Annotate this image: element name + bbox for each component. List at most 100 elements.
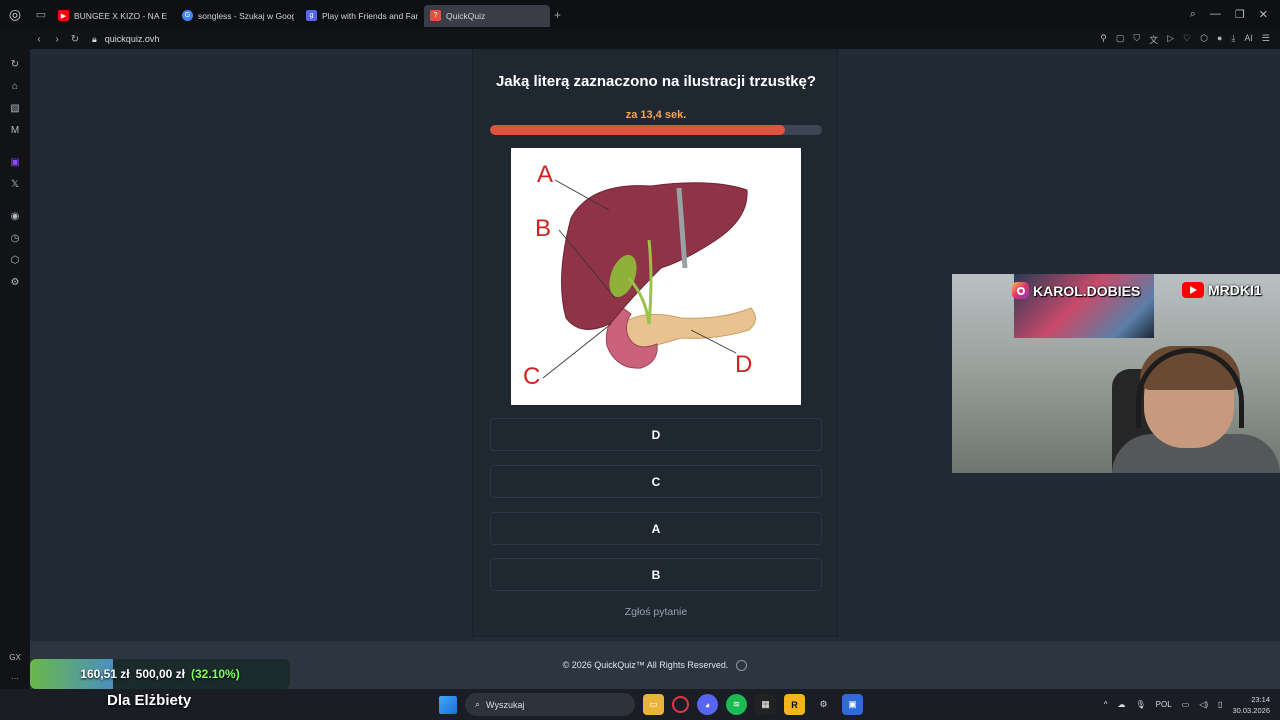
download-icon[interactable]: ⤓: [1231, 33, 1235, 46]
search-icon: ⌕: [475, 699, 481, 709]
player-icon[interactable]: ◉: [0, 205, 30, 227]
question-title: Jaką literą zaznaczono na ilustracji trz…: [495, 73, 817, 90]
search-tabs-icon[interactable]: ⌕: [1190, 8, 1196, 21]
donation-current: 160,51 zł: [80, 667, 130, 681]
forward-icon[interactable]: ›: [48, 34, 66, 45]
gartic-favicon-icon: g: [306, 10, 317, 21]
label-c: C: [523, 363, 540, 390]
taskbar-search[interactable]: ⌕ Wyszukaj: [465, 693, 635, 716]
ai-icon[interactable]: AI: [1244, 33, 1253, 46]
answer-button-c[interactable]: C: [490, 465, 822, 498]
url-text: quickquiz.ovh: [104, 34, 160, 44]
window-controls: ⌕ — ❐ ✕: [1190, 8, 1280, 21]
more-icon[interactable]: ···: [11, 674, 19, 683]
windows-taskbar: ⌕ Wyszukaj ▭ ◕ ≋ ▦ R ⚙ ▣ ^ ☁ 🎙︎ POL ▭ ◁)…: [0, 689, 1280, 720]
language-indicator[interactable]: POL: [1156, 700, 1172, 709]
opera-gx-taskbar-icon[interactable]: [672, 696, 689, 713]
tab-label: BUNGEE X KIZO - NA E: [74, 10, 168, 21]
donation-goal: 500,00 zł: [135, 667, 186, 681]
menu-icon[interactable]: ☰: [1262, 33, 1270, 46]
clock-time: 23:14: [1251, 694, 1270, 704]
extensions-sidebar-icon[interactable]: ⬡: [0, 249, 30, 271]
github-icon[interactable]: [736, 659, 748, 671]
tab-songless[interactable]: G songless - Szukaj w Goog: [176, 5, 300, 27]
messenger-icon[interactable]: M: [0, 119, 30, 141]
donation-percent: (32.10%): [191, 667, 240, 681]
answer-button-d[interactable]: D: [490, 418, 822, 451]
file-explorer-icon[interactable]: ▭: [643, 694, 664, 715]
youtube-favicon-icon: ▶: [58, 10, 69, 21]
gx-icon[interactable]: GX: [9, 653, 21, 662]
donation-goal-text: 160,51 zł 500,00 zł (32.10%): [30, 659, 290, 689]
shield-icon[interactable]: ⛉: [1133, 33, 1140, 46]
spotify-icon[interactable]: ≋: [726, 694, 747, 715]
label-a: A: [537, 161, 553, 188]
tab-menu-icon[interactable]: ▭: [30, 8, 52, 21]
game-app-icon[interactable]: ▦: [755, 694, 776, 715]
timer-text: za 13,4 sek.: [625, 109, 687, 121]
steam-icon[interactable]: ⚙: [813, 694, 834, 715]
report-question-link[interactable]: Zgłoś pytanie: [473, 606, 839, 618]
workspaces-icon[interactable]: ▧: [0, 97, 30, 119]
donation-goal-bar: 160,51 zł 500,00 zł (32.10%): [30, 659, 290, 689]
discord-icon[interactable]: ◕: [697, 694, 718, 715]
bookmarks-icon[interactable]: ⌂: [0, 75, 30, 97]
profile-icon[interactable]: ●: [1217, 33, 1222, 46]
translate-icon[interactable]: 文: [1149, 33, 1158, 46]
webcam-overlay: KAROL.DOBIES MRDKI1: [952, 274, 1280, 473]
youtube-text: MRDKI1: [1208, 282, 1262, 298]
toolbar-icons: ⚲ ▢ ⛉ 文 ▷ ♡ ⬡ ● ⤓ AI ☰: [1100, 33, 1280, 46]
label-d: D: [735, 351, 752, 378]
pin-icon[interactable]: ⚲: [1100, 33, 1107, 46]
search-placeholder: Wyszukaj: [486, 699, 525, 710]
url-field[interactable]: 🔒︎ quickquiz.ovh: [92, 34, 159, 45]
tray-expand-icon[interactable]: ^: [1104, 700, 1108, 709]
new-tab-icon[interactable]: +: [554, 8, 561, 22]
speed-dial-icon[interactable]: ↻: [0, 53, 30, 75]
tab-bungee[interactable]: ▶ BUNGEE X KIZO - NA E: [52, 5, 176, 27]
settings-icon[interactable]: ⚙: [0, 271, 30, 293]
youtube-icon: [1182, 282, 1204, 298]
timer-progress-fill: [490, 125, 786, 135]
youtube-handle: MRDKI1: [1182, 282, 1262, 298]
windows-start-icon[interactable]: [439, 695, 457, 714]
quiz-card: Jaką literą zaznaczono na ilustracji trz…: [472, 49, 838, 637]
quickquiz-favicon-icon: ?: [430, 10, 441, 21]
lock-icon: 🔒︎: [92, 33, 97, 44]
minimize-icon[interactable]: —: [1210, 8, 1221, 21]
tab-label: Play with Friends and Fam: [322, 10, 418, 21]
x-twitter-icon[interactable]: 𝕏: [0, 173, 30, 195]
onedrive-icon[interactable]: ☁: [1117, 700, 1125, 709]
network-icon[interactable]: ▭: [1182, 700, 1190, 709]
label-b: B: [535, 215, 551, 242]
quick-app-icon[interactable]: ▣: [842, 694, 863, 715]
copyright-text: © 2026 QuickQuiz™ All Rights Reserved.: [562, 660, 729, 670]
tab-quickquiz[interactable]: ? QuickQuiz: [424, 4, 550, 27]
battery-icon[interactable]: ▯: [1218, 700, 1222, 709]
heart-icon[interactable]: ♡: [1183, 33, 1191, 46]
extensions-icon[interactable]: ⬡: [1200, 33, 1208, 46]
play-icon[interactable]: ▷: [1167, 33, 1174, 46]
system-tray: ^ ☁ 🎙︎ POL ▭ ◁) ▯ 23:14 30.03.2026: [1104, 689, 1270, 720]
history-icon[interactable]: ◷: [0, 227, 30, 249]
back-icon[interactable]: ‹: [30, 34, 48, 45]
google-favicon-icon: G: [182, 10, 193, 21]
opera-gx-logo-icon[interactable]: ◎: [0, 0, 30, 29]
address-bar: ‹ › ↻ 🔒︎ quickquiz.ovh ⚲ ▢ ⛉ 文 ▷ ♡ ⬡ ● ⤓…: [0, 29, 1280, 49]
reload-icon[interactable]: ↻: [66, 34, 84, 45]
answer-button-b[interactable]: B: [490, 558, 822, 591]
answer-button-a[interactable]: A: [490, 512, 822, 545]
close-icon[interactable]: ✕: [1259, 8, 1268, 21]
snapshot-icon[interactable]: ▢: [1116, 33, 1125, 46]
volume-icon[interactable]: ◁): [1199, 700, 1208, 709]
twitch-icon[interactable]: ▣: [0, 151, 30, 173]
instagram-text: KAROL.DOBIES: [1033, 282, 1141, 299]
rockstar-icon[interactable]: R: [784, 694, 805, 715]
clock[interactable]: 23:14 30.03.2026: [1232, 694, 1270, 716]
instagram-handle: KAROL.DOBIES: [1012, 282, 1140, 299]
tab-play-with-friends[interactable]: g Play with Friends and Fam: [300, 5, 424, 27]
tab-label: songless - Szukaj w Goog: [198, 10, 294, 21]
microphone-icon[interactable]: 🎙︎: [1135, 700, 1145, 709]
browser-sidebar: ↻ ⌂ ▧ M ▣ 𝕏 ◉ ◷ ⬡ ⚙ GX ···: [0, 49, 30, 689]
maximize-icon[interactable]: ❐: [1235, 8, 1245, 21]
